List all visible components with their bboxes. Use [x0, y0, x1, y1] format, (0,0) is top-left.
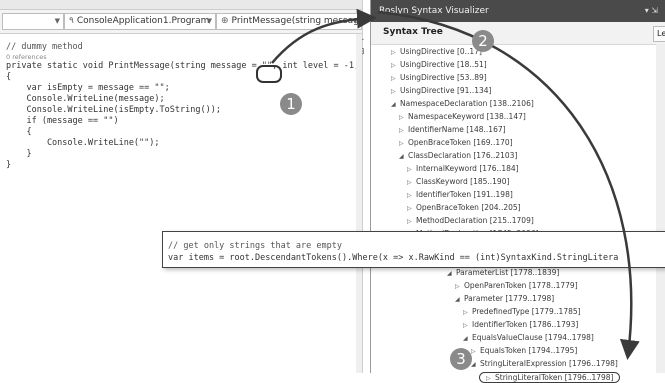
collapsed-arrow-icon[interactable]: ▷ [486, 375, 495, 382]
callout-arrows [271, 8, 640, 360]
arrow-to-visualizer [271, 8, 377, 64]
arrow-to-string-literal-token [377, 10, 640, 360]
tree-node[interactable]: ▷ StringLiteralToken [1796..1798] [479, 372, 621, 383]
callout-2: 2 [472, 30, 494, 52]
tree-node-label: StringLiteralToken [1796..1798] [495, 373, 614, 382]
callout-3: 3 [450, 348, 472, 370]
callout-1: 1 [280, 93, 302, 115]
